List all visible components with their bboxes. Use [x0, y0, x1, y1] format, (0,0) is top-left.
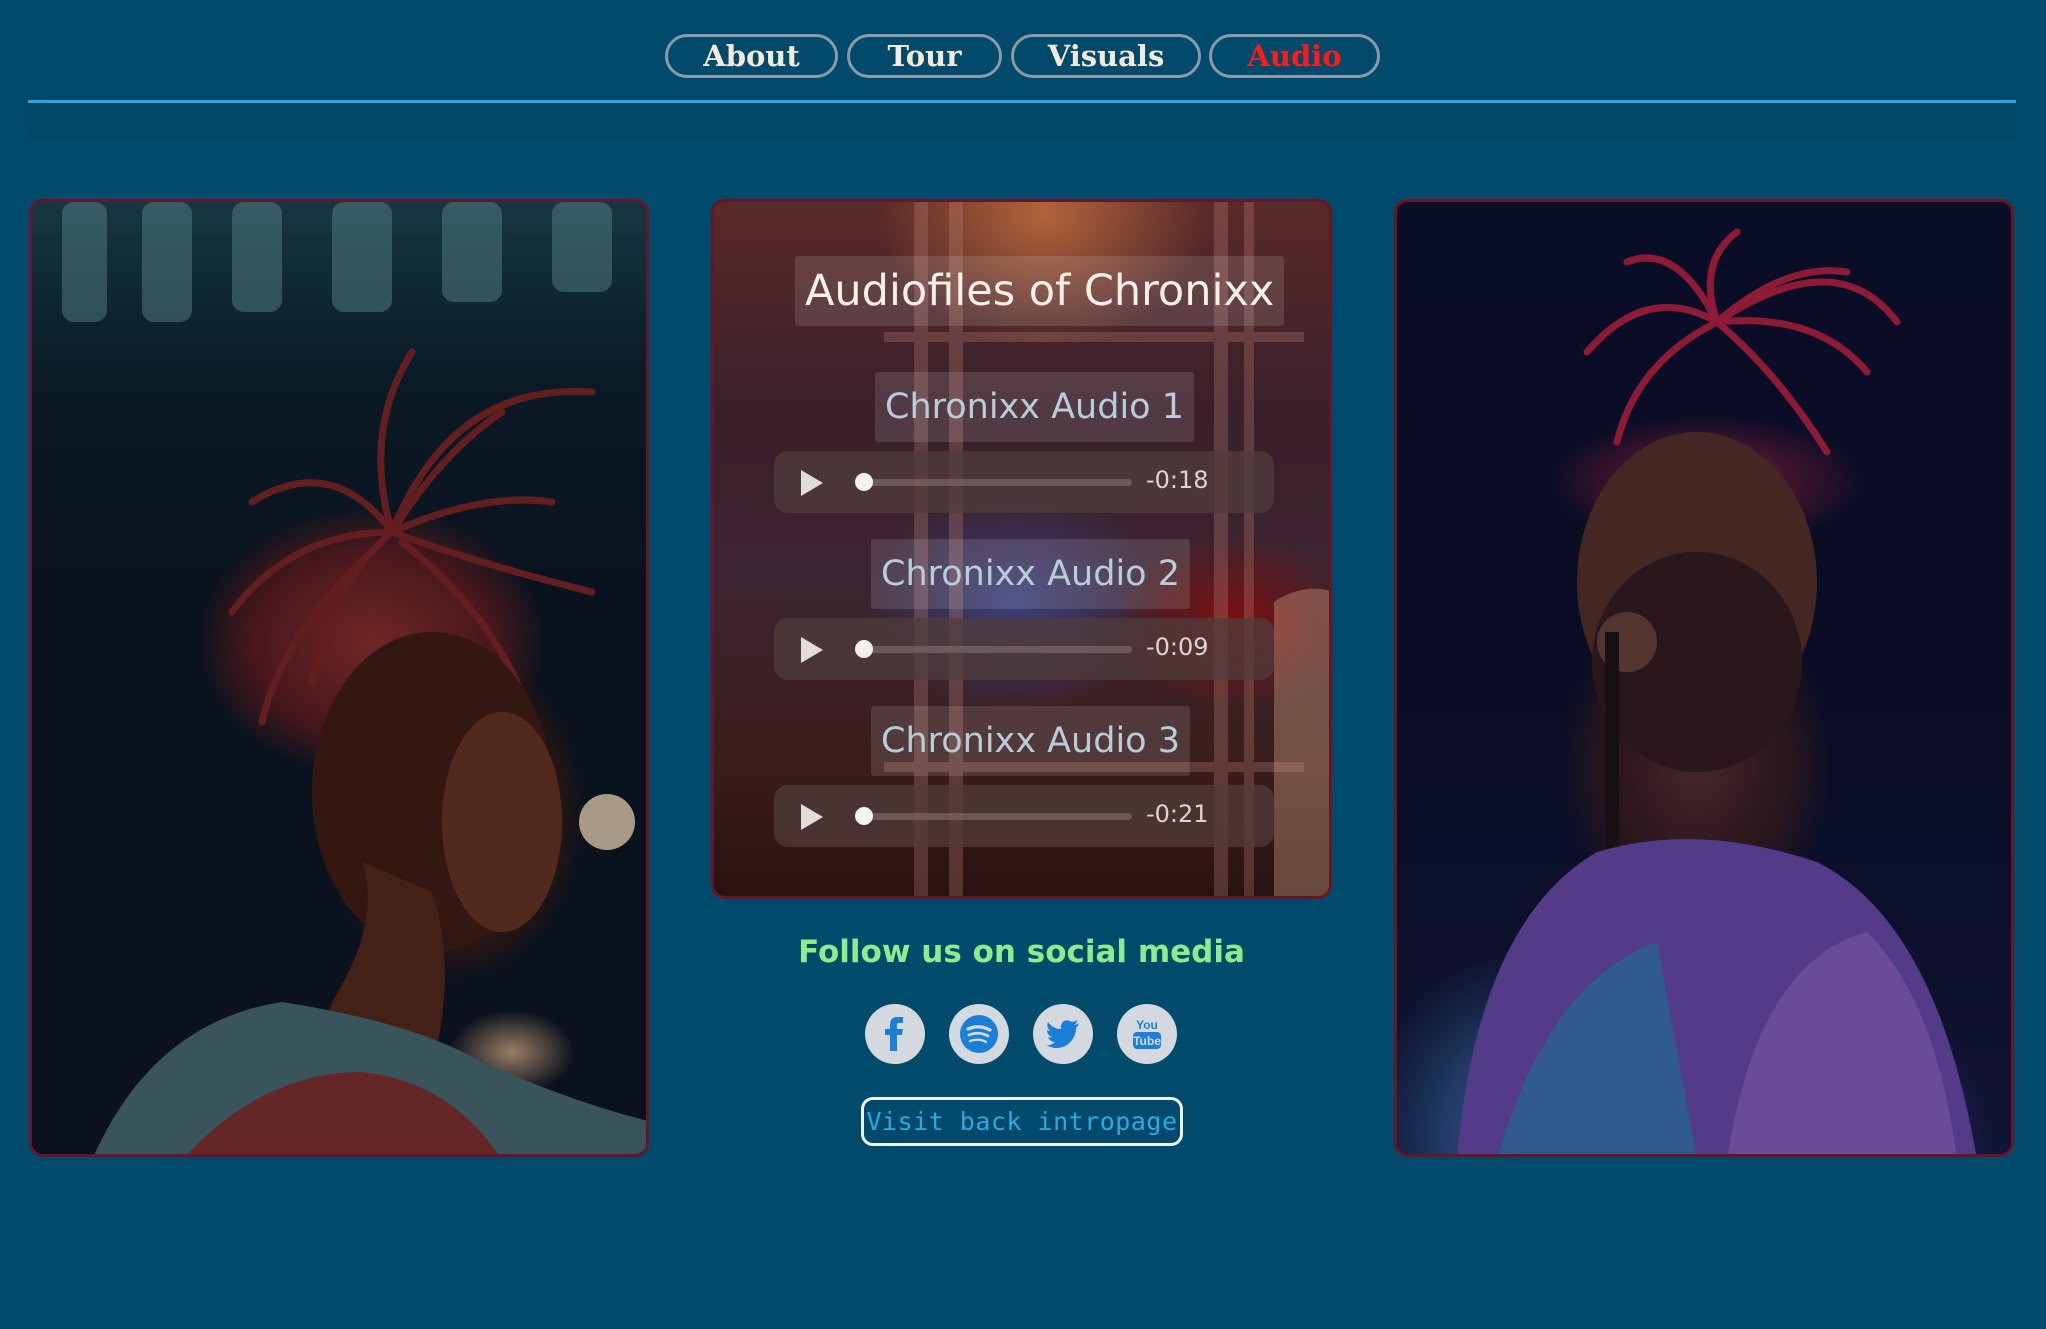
audio-card: Audiofiles of Chronixx Chronixx Audio 1 …	[711, 199, 1332, 899]
main-nav: About Tour Visuals Audio	[0, 34, 2046, 82]
play-icon[interactable]	[801, 470, 823, 496]
artist-photo-left	[29, 199, 649, 1157]
header-band	[28, 103, 2016, 139]
nav-visuals[interactable]: Visuals	[1011, 34, 1201, 78]
audio-title: Audiofiles of Chronixx	[795, 256, 1285, 326]
track-label-3: Chronixx Audio 3	[871, 706, 1190, 776]
seek-handle[interactable]	[855, 640, 873, 658]
artist-photo-right	[1394, 199, 2014, 1157]
audio-player-2: -0:09	[774, 618, 1274, 680]
twitter-icon[interactable]	[1033, 1004, 1093, 1064]
seek-bar[interactable]	[862, 813, 1132, 820]
spotify-icon[interactable]	[949, 1004, 1009, 1064]
seek-bar[interactable]	[862, 479, 1132, 486]
nav-about[interactable]: About	[665, 34, 838, 78]
visit-intropage-button[interactable]: Visit back intropage	[861, 1097, 1183, 1146]
nav-tour[interactable]: Tour	[847, 34, 1002, 78]
social-heading: Follow us on social media	[798, 934, 1245, 970]
seek-handle[interactable]	[855, 473, 873, 491]
play-icon[interactable]	[801, 637, 823, 663]
track-label-2: Chronixx Audio 2	[871, 539, 1190, 609]
audio-player-1: -0:18	[774, 451, 1274, 513]
social-links: You Tube	[865, 1004, 1185, 1066]
nav-audio[interactable]: Audio	[1209, 34, 1380, 78]
time-remaining: -0:21	[1146, 800, 1209, 828]
svg-text:Tube: Tube	[1133, 1034, 1161, 1048]
track-label-1: Chronixx Audio 1	[875, 372, 1194, 442]
audio-player-3: -0:21	[774, 785, 1274, 847]
seek-handle[interactable]	[855, 807, 873, 825]
svg-text:You: You	[1136, 1018, 1158, 1032]
seek-bar[interactable]	[862, 646, 1132, 653]
facebook-icon[interactable]	[865, 1004, 925, 1064]
time-remaining: -0:18	[1146, 466, 1209, 494]
time-remaining: -0:09	[1146, 633, 1209, 661]
youtube-icon[interactable]: You Tube	[1117, 1004, 1177, 1064]
play-icon[interactable]	[801, 804, 823, 830]
